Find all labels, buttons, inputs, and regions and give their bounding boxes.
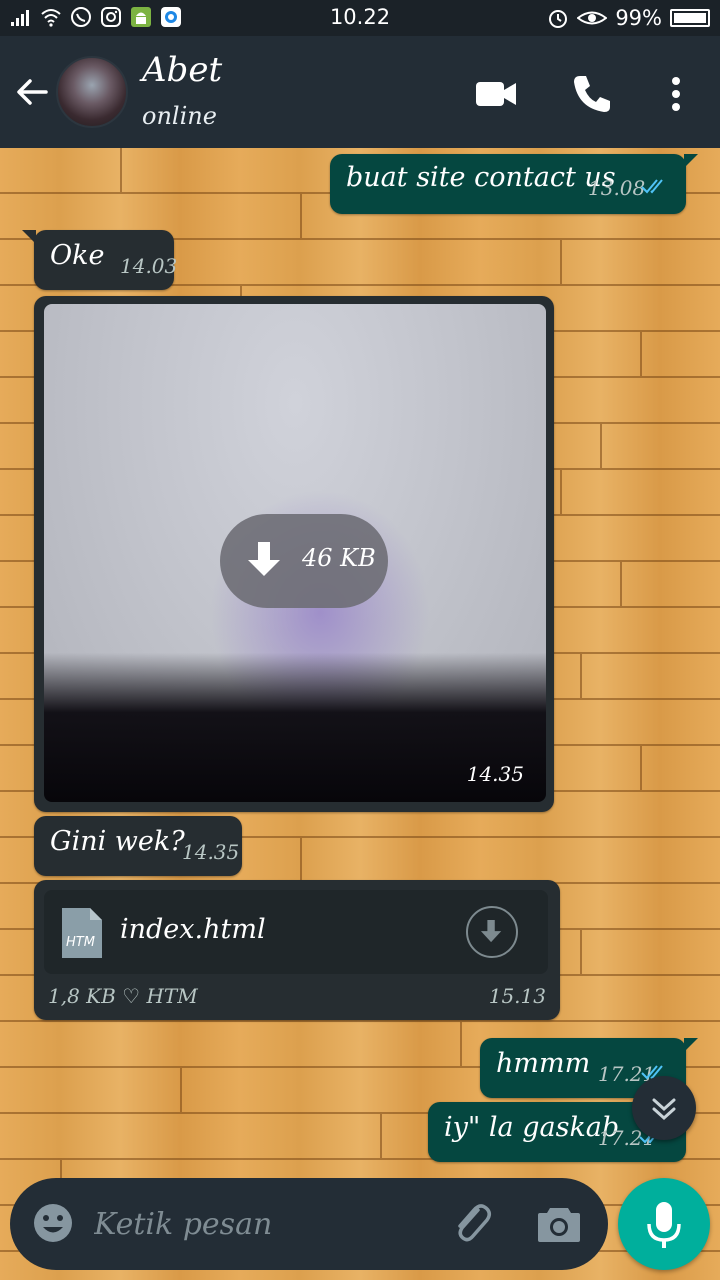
message-text: Oke [50, 240, 105, 271]
message-bubble-incoming[interactable]: Oke 14.03 [22, 230, 178, 290]
bubble-tail [684, 154, 698, 168]
camera-icon[interactable] [536, 1202, 582, 1246]
voice-message-button[interactable] [618, 1178, 710, 1270]
alarm-icon [549, 10, 568, 28]
message-time: 14.03 [120, 254, 178, 278]
message-time: 13.08 [588, 176, 646, 200]
mic-icon [647, 1202, 681, 1248]
image-download-button[interactable]: 46 KB [220, 514, 388, 608]
contact-avatar[interactable] [56, 56, 128, 128]
message-bubble-incoming[interactable]: Gini wek? 14.35 [34, 816, 242, 876]
scroll-to-bottom-button[interactable] [632, 1076, 696, 1140]
chat-header: Abet online [0, 36, 720, 148]
contact-status: online [142, 102, 217, 130]
contact-name[interactable]: Abet [142, 50, 222, 90]
eye-comfort-icon [577, 11, 608, 25]
status-icons-right: 99% [547, 6, 710, 30]
message-text: Gini wek? [50, 826, 185, 857]
battery-percent: 99% [615, 6, 662, 30]
phone-icon[interactable] [570, 72, 614, 116]
double-chevron-down-icon [652, 1098, 676, 1121]
battery-level [674, 13, 706, 23]
message-text: buat site contact us [346, 162, 616, 193]
message-text: hmmm [496, 1048, 591, 1079]
message-time: 15.13 [488, 984, 546, 1008]
html-file-icon: HTM [62, 908, 102, 958]
download-arrow-icon [248, 542, 280, 576]
message-bubble-outgoing[interactable]: buat site contact us 13.08 [330, 154, 698, 214]
message-time: 14.35 [182, 840, 240, 864]
file-download-icon[interactable] [466, 906, 518, 958]
message-composer [10, 1178, 608, 1270]
file-meta: 1,8 KB ♡ HTM [48, 984, 198, 1008]
back-arrow-icon[interactable] [12, 72, 52, 112]
file-icon-label: HTM [66, 935, 95, 950]
emoji-icon[interactable] [32, 1202, 74, 1244]
read-ticks-icon [641, 179, 663, 194]
message-input[interactable] [94, 1198, 424, 1250]
image-preview-blurred: 46 KB 14.35 [44, 304, 546, 802]
battery-icon [670, 9, 710, 27]
bubble-tail [684, 1038, 698, 1052]
more-vert-icon[interactable] [654, 72, 698, 116]
status-bar: 10.22 99% [0, 0, 720, 36]
message-text: iy" la gaskab [444, 1112, 620, 1143]
file-name: index.html [120, 914, 266, 945]
bubble-tail [22, 230, 36, 244]
file-message[interactable]: HTM index.html 1,8 KB ♡ HTM 15.13 [34, 880, 560, 1020]
file-card[interactable]: HTM index.html [44, 890, 548, 974]
video-call-icon[interactable] [474, 72, 518, 116]
image-size: 46 KB [302, 544, 376, 572]
image-message[interactable]: 46 KB 14.35 [34, 296, 554, 812]
paperclip-icon[interactable] [448, 1200, 494, 1246]
message-time: 14.35 [466, 762, 524, 786]
